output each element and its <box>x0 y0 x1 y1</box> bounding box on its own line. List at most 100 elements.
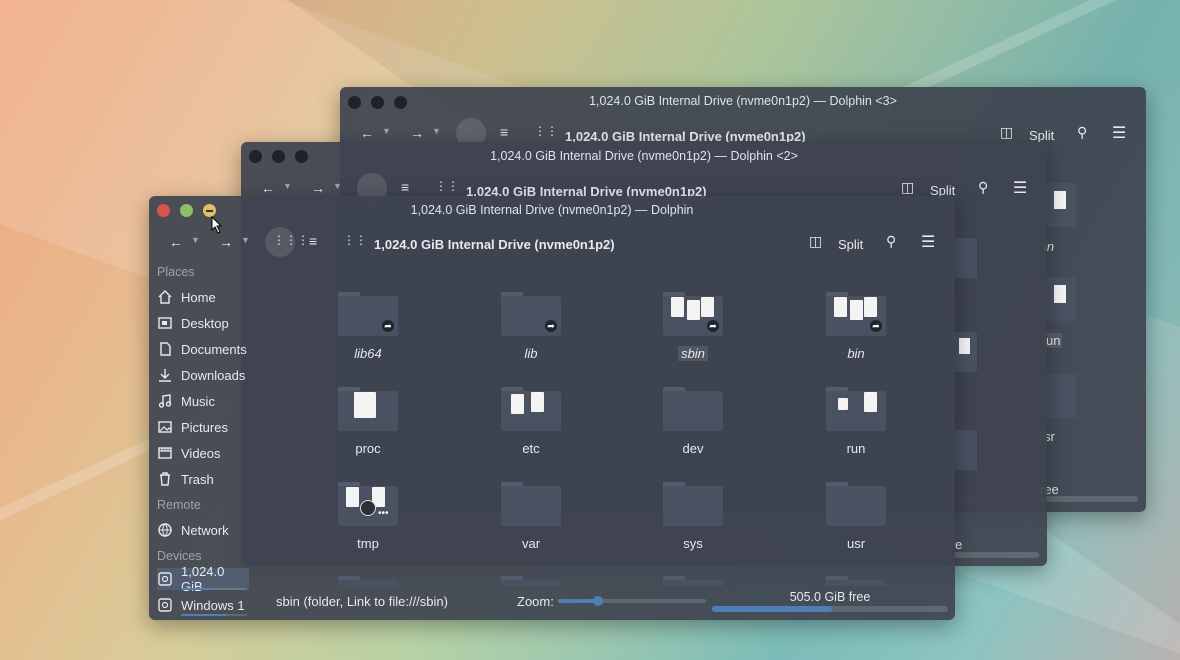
back-arrow-icon[interactable]: ← <box>169 234 183 250</box>
split-label[interactable]: Split <box>1029 128 1054 143</box>
tree-view-icon[interactable]: ⋮⋮ <box>435 179 459 193</box>
sidebar-item-label: Documents <box>181 341 247 357</box>
sidebar-item-music[interactable]: Music <box>157 390 249 412</box>
back-arrow-icon[interactable]: ← <box>360 125 374 141</box>
chevron-down-icon[interactable]: ▼ <box>283 181 292 191</box>
details-view-icon[interactable]: ≡ <box>401 179 409 195</box>
sidebar-item-pictures[interactable]: Pictures <box>157 416 249 438</box>
folder-label: bin <box>847 346 865 361</box>
sidebar-item-network[interactable]: Network <box>157 519 249 541</box>
folder-icon[interactable]: ➦ <box>826 292 886 336</box>
sidebar-item-videos[interactable]: Videos <box>157 442 249 464</box>
device-usage-fill <box>181 588 214 590</box>
sidebar-item-trash[interactable]: Trash <box>157 468 249 490</box>
desktop-icon <box>157 315 173 331</box>
device-usage-bar <box>181 588 247 590</box>
search-icon[interactable]: ⚲ <box>886 233 896 250</box>
titlebar[interactable]: 1,024.0 GiB Internal Drive (nvme0n1p2) —… <box>340 87 1146 115</box>
chevron-down-icon[interactable]: ▼ <box>191 235 200 245</box>
zoom-slider[interactable] <box>558 596 706 606</box>
folder-icon[interactable] <box>663 387 723 431</box>
chevron-down-icon[interactable]: ▼ <box>241 235 250 245</box>
details-view-icon[interactable]: ≡ <box>500 124 508 140</box>
zoom-slider-handle[interactable] <box>592 596 603 606</box>
folder-icon[interactable] <box>338 576 398 586</box>
menu-icon[interactable]: ☰ <box>921 232 935 252</box>
window-title: 1,024.0 GiB Internal Drive (nvme0n1p2) —… <box>410 203 694 217</box>
sidebar-item-windows[interactable]: Windows 1 <box>157 594 249 616</box>
menu-icon[interactable]: ☰ <box>1013 178 1027 198</box>
folder-icon[interactable] <box>501 482 561 526</box>
downloads-icon <box>157 367 173 383</box>
drive-icon <box>157 597 173 613</box>
documents-icon <box>157 341 173 357</box>
folder-icon[interactable] <box>826 576 886 586</box>
split-icon[interactable]: ◫ <box>901 179 914 196</box>
details-view-icon[interactable]: ≡ <box>309 233 317 249</box>
music-icon <box>157 393 173 409</box>
sidebar-item-home[interactable]: Home <box>157 286 249 308</box>
partial-label: e <box>955 537 963 552</box>
window-title: 1,024.0 GiB Internal Drive (nvme0n1p2) —… <box>589 94 897 108</box>
back-arrow-icon[interactable]: ← <box>261 180 275 196</box>
folder-label: run <box>846 441 866 456</box>
places-heading: Places <box>157 265 195 279</box>
folder-icon[interactable] <box>663 482 723 526</box>
titlebar[interactable]: 1,024.0 GiB Internal Drive (nvme0n1p2) —… <box>149 196 955 224</box>
forward-arrow-icon[interactable]: → <box>410 125 424 141</box>
partial-folder[interactable] <box>1046 277 1076 321</box>
folder-icon[interactable] <box>663 576 723 586</box>
folder-icon[interactable] <box>501 387 561 431</box>
split-icon[interactable]: ◫ <box>809 233 822 250</box>
tree-view-icon[interactable]: ⋮⋮ <box>534 124 558 138</box>
folder-icon[interactable]: ➦ <box>338 292 398 336</box>
file-view[interactable]: ➦ lib64 ➦ lib ➦ sbin ➦ bin proc etc dev … <box>249 260 955 586</box>
forward-arrow-icon[interactable]: → <box>219 234 233 250</box>
folder-icon[interactable] <box>338 387 398 431</box>
devices-heading: Devices <box>157 549 202 563</box>
toolbar: ← ▼ → ▼ ⋮⋮⋮ ≡ ⋮⋮ 1,024.0 GiB Internal Dr… <box>149 224 955 260</box>
chevron-down-icon[interactable]: ▼ <box>432 126 441 136</box>
partial-folder[interactable] <box>955 332 977 372</box>
folder-icon[interactable] <box>826 482 886 526</box>
forward-arrow-icon[interactable]: → <box>311 180 325 196</box>
places-panel: Places Home Desktop Documents Downloads … <box>149 260 249 620</box>
chevron-down-icon[interactable]: ▼ <box>333 181 342 191</box>
videos-icon <box>157 445 173 461</box>
split-label[interactable]: Split <box>838 237 863 252</box>
partial-folder[interactable] <box>1046 183 1076 227</box>
sidebar-item-downloads[interactable]: Downloads <box>157 364 249 386</box>
folder-label: var <box>521 536 541 551</box>
chevron-down-icon[interactable]: ▼ <box>382 126 391 136</box>
folder-label: tmp <box>357 536 379 551</box>
sidebar-item-documents[interactable]: Documents <box>157 338 249 360</box>
device-usage-bar <box>181 614 247 616</box>
partial-folder[interactable] <box>1046 374 1076 418</box>
folder-icon[interactable] <box>501 576 561 586</box>
sidebar-item-desktop[interactable]: Desktop <box>157 312 249 334</box>
search-icon[interactable]: ⚲ <box>1077 124 1087 141</box>
folder-icon[interactable]: ➦ <box>663 292 723 336</box>
capacity-bar <box>712 606 948 612</box>
icons-view-button[interactable]: ⋮⋮⋮ <box>265 227 309 257</box>
folder-icon[interactable] <box>826 387 886 431</box>
split-icon[interactable]: ◫ <box>1000 124 1013 141</box>
partial-folder[interactable] <box>955 238 977 278</box>
sidebar-item-label: Network <box>181 522 229 538</box>
location-path[interactable]: 1,024.0 GiB Internal Drive (nvme0n1p2) <box>374 237 615 252</box>
menu-icon[interactable]: ☰ <box>1112 123 1126 143</box>
dolphin-window[interactable]: 1,024.0 GiB Internal Drive (nvme0n1p2) —… <box>149 196 955 620</box>
sidebar-item-label: Music <box>181 393 215 409</box>
capacity-bar-fill <box>712 606 833 612</box>
folder-name: sbin <box>678 346 708 361</box>
folder-icon[interactable]: ••• <box>338 482 398 526</box>
titlebar[interactable]: 1,024.0 GiB Internal Drive (nvme0n1p2) —… <box>241 142 1047 170</box>
tree-view-icon[interactable]: ⋮⋮ <box>343 233 367 247</box>
folder-label: proc <box>355 441 381 456</box>
selection-info: sbin (folder, Link to file:///sbin) <box>276 594 448 609</box>
search-icon[interactable]: ⚲ <box>978 179 988 196</box>
sidebar-item-internal-drive[interactable]: 1,024.0 GiB <box>157 564 249 594</box>
folder-label: usr <box>846 536 866 551</box>
partial-folder[interactable] <box>955 430 977 470</box>
folder-icon[interactable]: ➦ <box>501 292 561 336</box>
